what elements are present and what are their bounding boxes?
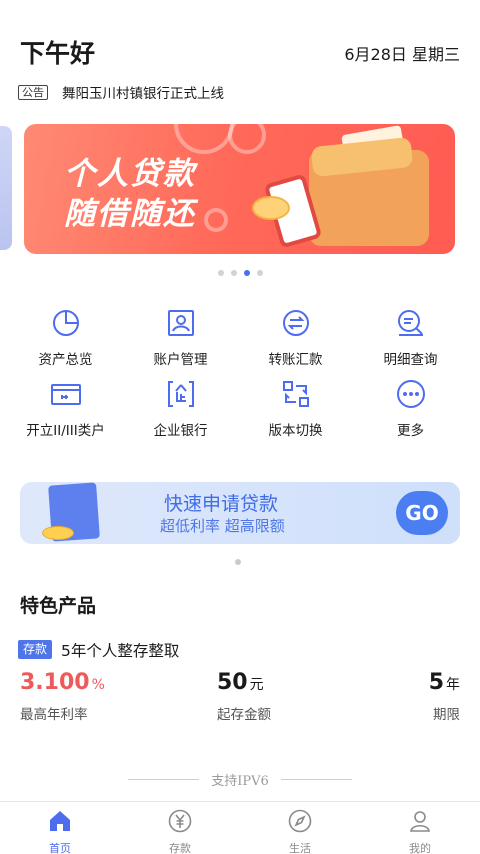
- loan-banner-subtitle: 超低利率 超高限额: [160, 517, 285, 535]
- loan-banner[interactable]: 快速申请贷款 超低利率 超高限额 GO: [20, 482, 460, 544]
- compass-icon: [287, 808, 313, 838]
- grid-item-label: 更多: [397, 423, 424, 439]
- grid-item-label: 资产总览: [38, 352, 93, 368]
- product-rate[interactable]: 3.100% 最高年利率: [20, 670, 105, 723]
- grid-item-open-account[interactable]: 开立II/III类户: [8, 377, 123, 448]
- header: 下午好 6月28日 星期三 公告 舞阳玉川村镇银行正式上线: [0, 0, 480, 110]
- grid-item-account-management[interactable]: 账户管理: [123, 306, 238, 377]
- divider: [128, 779, 200, 780]
- banner-decor-circle: [228, 124, 266, 154]
- greeting: 下午好: [20, 39, 96, 68]
- grid-item-detail-query[interactable]: 明细查询: [353, 306, 468, 377]
- loan-banner-title: 快速申请贷款: [164, 493, 279, 515]
- grid-item-label: 明细查询: [383, 352, 438, 368]
- product-tag-badge: 存款: [18, 640, 53, 659]
- tab-deposit[interactable]: 存款: [120, 802, 240, 854]
- rate-label: 最高年利率: [20, 707, 88, 723]
- more-icon: [394, 377, 428, 411]
- min-amount-value: 50: [217, 670, 248, 695]
- loan-banner-dot: [235, 559, 241, 565]
- banner-dot-active[interactable]: [243, 270, 250, 276]
- banner-decor-circle: [204, 208, 228, 232]
- tab-label: 生活: [289, 842, 311, 854]
- grid-item-version-switch[interactable]: 版本切换: [238, 377, 353, 448]
- transfer-icon: [279, 306, 313, 340]
- tab-label: 首页: [49, 842, 71, 854]
- banner-title-line1: 个人贷款: [64, 156, 196, 192]
- grid-item-enterprise-bank[interactable]: 企业银行: [123, 377, 238, 448]
- tab-home[interactable]: 首页: [0, 802, 120, 854]
- tab-mine[interactable]: 我的: [360, 802, 480, 854]
- banner-dot[interactable]: [230, 270, 237, 276]
- home-icon: [47, 808, 73, 838]
- pie-chart-icon: [49, 306, 83, 340]
- function-grid: 资产总览 账户管理 转账汇款 明细查询 开立II/III类户 企业银行 版本切换…: [0, 306, 480, 448]
- tab-life[interactable]: 生活: [240, 802, 360, 854]
- product-min-amount[interactable]: 50 元 起存金额: [217, 670, 271, 723]
- grid-item-asset-overview[interactable]: 资产总览: [8, 306, 123, 377]
- grid-item-more[interactable]: 更多: [353, 377, 468, 448]
- grid-item-label: 企业银行: [153, 423, 208, 439]
- banner-pagination: [0, 270, 480, 276]
- term-unit: 年: [446, 677, 460, 693]
- switch-icon: [279, 377, 313, 411]
- user-icon: [407, 808, 433, 838]
- coin-illustration: [42, 526, 74, 540]
- bank-card-icon: [49, 377, 83, 411]
- detail-search-icon: [394, 306, 428, 340]
- divider: [280, 779, 353, 780]
- banner-carousel[interactable]: 个人贷款 随借随还: [0, 122, 480, 256]
- banner-prev-peek[interactable]: [0, 126, 12, 250]
- section-title-featured: 特色产品: [20, 595, 97, 617]
- term-value: 5: [428, 670, 444, 695]
- deposit-icon: [167, 808, 193, 838]
- coin-illustration: [252, 196, 290, 220]
- term-label: 期限: [433, 707, 460, 723]
- tab-label: 存款: [169, 842, 191, 854]
- ipv6-support-note: 支持IPV6: [128, 770, 353, 789]
- banner-title-line2: 随借随还: [64, 196, 196, 232]
- notice-text[interactable]: 舞阳玉川村镇银行正式上线: [62, 82, 224, 102]
- grid-item-label: 转账汇款: [268, 352, 323, 368]
- grid-item-label: 版本切换: [268, 423, 323, 439]
- rate-unit: %: [91, 677, 105, 693]
- grid-item-label: 开立II/III类户: [26, 423, 105, 439]
- account-card-icon: [164, 306, 198, 340]
- grid-item-transfer[interactable]: 转账汇款: [238, 306, 353, 377]
- product-name[interactable]: 5年个人整存整取: [61, 639, 179, 661]
- min-amount-label: 起存金额: [217, 707, 271, 723]
- go-button[interactable]: GO: [396, 491, 448, 535]
- ipv6-text: 支持IPV6: [211, 774, 269, 789]
- banner-dot[interactable]: [217, 270, 224, 276]
- product-term[interactable]: 5年 期限: [429, 670, 460, 723]
- notice-tag: 公告: [18, 84, 48, 100]
- banner-dot[interactable]: [256, 270, 263, 276]
- enterprise-icon: [164, 377, 198, 411]
- notice-bar[interactable]: 公告 舞阳玉川村镇银行正式上线: [18, 82, 224, 102]
- tab-label: 我的: [409, 842, 431, 854]
- min-amount-unit: 元: [249, 677, 264, 693]
- bottom-tab-bar: 首页 存款 生活 我的: [0, 801, 480, 854]
- date-label: 6月28日 星期三: [344, 45, 460, 64]
- banner-personal-loan[interactable]: 个人贷款 随借随还: [24, 124, 455, 254]
- grid-item-label: 账户管理: [153, 352, 208, 368]
- rate-value: 3.100: [20, 670, 90, 695]
